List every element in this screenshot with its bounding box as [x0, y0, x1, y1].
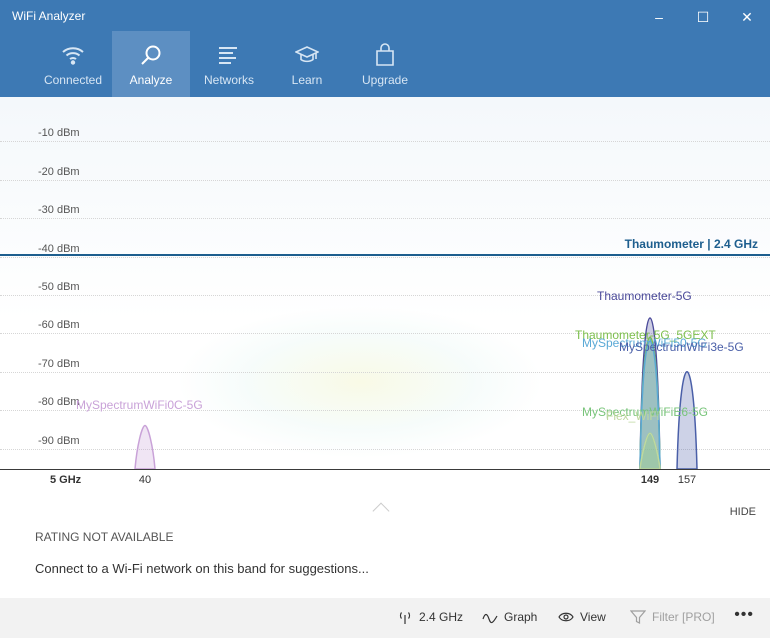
chevron-up-icon[interactable] — [372, 502, 390, 520]
tab-label: Networks — [203, 73, 254, 87]
list-icon — [219, 47, 237, 64]
network-label: MySpectrumWiFi3e-5G — [619, 340, 744, 354]
magnifier-icon — [141, 45, 161, 65]
tab-label: Connected — [43, 73, 103, 87]
app-window: WiFi Analyzer – ☐ ✕ Connected Analyze Ne… — [0, 0, 770, 638]
signal-curve[interactable] — [676, 371, 698, 469]
x-tick: 149 — [640, 474, 660, 486]
tab-label: Upgrade — [361, 73, 409, 87]
band-label: 2.4 GHz — [419, 610, 464, 624]
graph-icon — [482, 613, 498, 624]
x-tick: 40 — [138, 474, 152, 486]
app-title: WiFi Analyzer — [12, 9, 86, 23]
view-label: View — [580, 610, 606, 624]
band-button[interactable]: 2.4 GHz — [397, 610, 463, 624]
filter-label: Filter [PRO] — [652, 610, 715, 624]
network-label: Thaumometer-5G — [597, 289, 692, 303]
network-label: MySpectrumWiFi0C-5G — [76, 398, 203, 412]
close-button[interactable]: ✕ — [729, 5, 765, 29]
filter-button[interactable]: Filter [PRO] — [630, 610, 715, 624]
tab-analyze[interactable]: Analyze — [112, 31, 190, 97]
shopping-bag-icon — [376, 43, 394, 66]
rating-status: RATING NOT AVAILABLE — [35, 530, 174, 544]
hide-button[interactable]: HIDE — [730, 506, 756, 518]
maximize-button[interactable]: ☐ — [685, 5, 721, 29]
tab-connected[interactable]: Connected — [34, 31, 112, 97]
bottom-command-bar: 2.4 GHz Graph View Filter [PRO] ••• — [0, 598, 770, 638]
signal-curve[interactable] — [134, 424, 156, 469]
graph-button[interactable]: Graph — [482, 610, 537, 624]
signal-curves: MySpectrumWiFi0C-5GThaumometer-5GThaumom… — [76, 289, 744, 469]
more-options-button[interactable]: ••• — [734, 606, 754, 624]
view-button[interactable]: View — [558, 610, 606, 624]
tab-networks[interactable]: Networks — [190, 31, 268, 97]
band-label: 5 GHz — [50, 474, 82, 486]
minimize-button[interactable]: – — [641, 5, 677, 29]
tab-label: Learn — [291, 73, 323, 87]
antenna-icon — [399, 612, 411, 624]
channel-axis: 5 GHz 40 149 157 — [0, 469, 770, 495]
x-tick: 157 — [677, 474, 697, 486]
filter-icon — [630, 610, 646, 624]
tab-learn[interactable]: Learn — [268, 31, 346, 97]
tab-upgrade[interactable]: Upgrade — [346, 31, 424, 97]
tab-label: Analyze — [129, 73, 173, 87]
graph-label: Graph — [504, 610, 538, 624]
wifi-icon — [62, 47, 84, 65]
network-label: Flex_WiFi — [606, 409, 659, 423]
eye-icon — [558, 612, 574, 622]
graduation-cap-icon — [295, 46, 319, 63]
suggestion-text: Connect to a Wi-Fi network on this band … — [35, 561, 369, 576]
signal-chart: -10 dBm -20 dBm -30 dBm -40 dBm -50 dBm -60 d… — [0, 97, 770, 469]
title-bar: WiFi Analyzer – ☐ ✕ Connected Analyze Ne… — [0, 0, 770, 97]
